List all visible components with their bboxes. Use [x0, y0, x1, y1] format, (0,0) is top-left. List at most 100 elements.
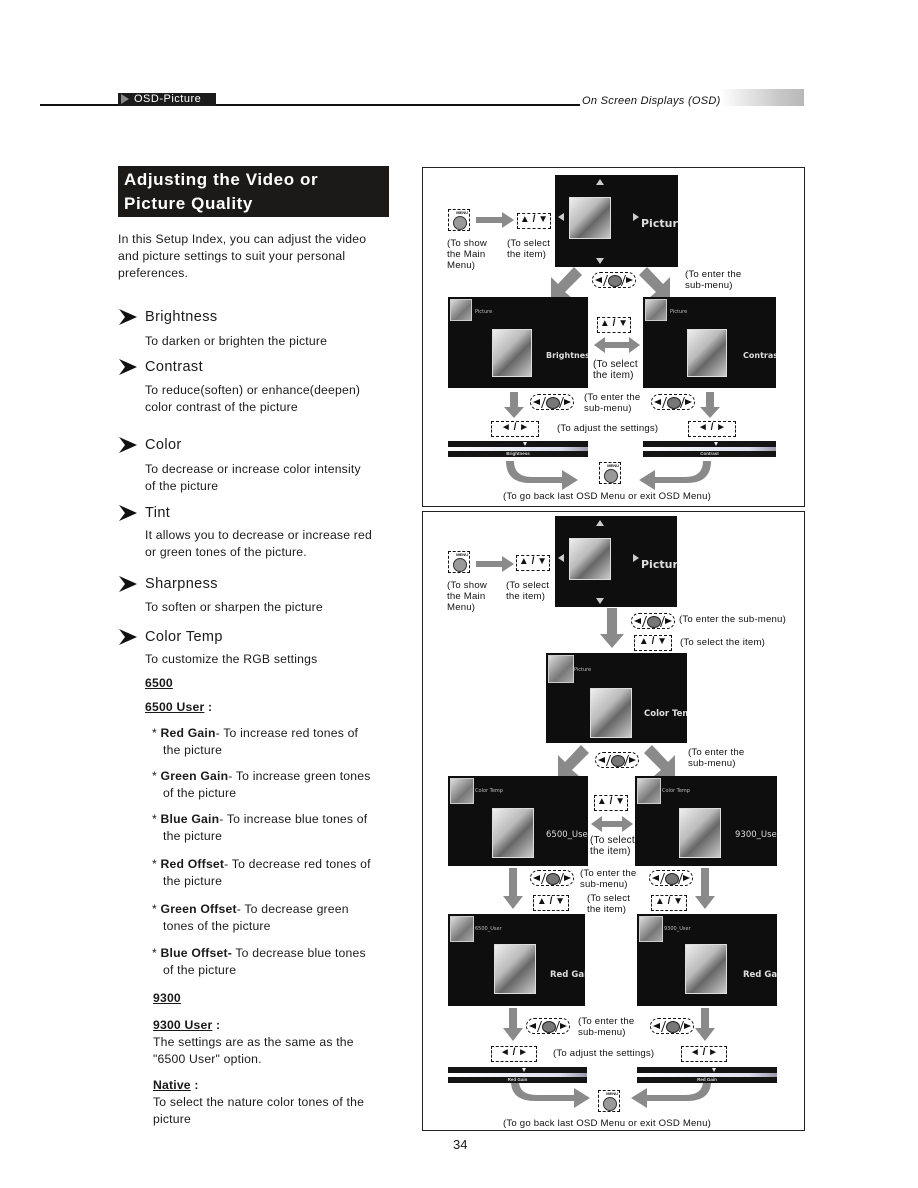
- bullet-green-offset: * Green Offset- To decrease green tones o…: [152, 901, 402, 935]
- intro-line: preferences.: [118, 266, 189, 280]
- osd-cube: [687, 329, 727, 377]
- arrow-bullet-icon: [119, 505, 137, 521]
- osd-thumb: [637, 778, 661, 804]
- osd-screen-brightness: Picture Brightness: [448, 297, 588, 388]
- osd-breadcrumb-label: 6500_User: [475, 926, 502, 932]
- menu-key-label: MENU: [607, 463, 619, 468]
- option-9300-user-label: 9300 User: [153, 1018, 213, 1032]
- arrow-down-icon: [503, 1008, 523, 1041]
- menu-key-label: MENU: [606, 1091, 618, 1096]
- section-brightness-desc: To darken or brighten the picture: [145, 333, 400, 350]
- menu-button: MENU: [599, 462, 621, 484]
- osd-breadcrumb-label: Picture: [475, 309, 493, 315]
- colon: :: [190, 1078, 199, 1092]
- option-native: Native : To select the nature color tone…: [153, 1077, 403, 1128]
- arrow-bullet-icon: [119, 437, 137, 453]
- arrow-down-left-icon: [551, 267, 582, 298]
- enter-button-icon: [666, 1021, 680, 1033]
- section-colortemp-desc: To customize the RGB settings: [145, 651, 400, 668]
- section-heading-text: Contrast: [145, 359, 203, 375]
- caption-show-main-menu: (To show the Main Menu): [447, 238, 487, 271]
- arrow-down-icon: [600, 608, 624, 648]
- caption-enter-submenu: (To enter the sub-menu): [688, 747, 744, 769]
- osd-item-label: Picture: [641, 217, 678, 230]
- option-9300-user: 9300 User : The settings are as the same…: [153, 1017, 403, 1068]
- osd-thumb: [450, 916, 474, 942]
- menu-button-icon: [604, 469, 618, 483]
- arrow-down-icon: [695, 868, 715, 909]
- section-colortemp-heading: Color Temp: [118, 628, 223, 646]
- caption-line: the item): [506, 591, 546, 602]
- section-sharpness-heading: Sharpness: [118, 575, 218, 593]
- desc-line: To decrease or increase color intensity: [145, 462, 361, 476]
- osd-item-label: Picture: [641, 558, 677, 571]
- left-right-key: ◄ / ►: [491, 421, 539, 437]
- enter-key: [631, 613, 675, 629]
- up-down-key: ▲ / ▼: [634, 635, 672, 651]
- left-key-icon: [595, 277, 602, 283]
- osd-cube: [492, 808, 534, 858]
- osd-breadcrumb-label: Picture: [670, 309, 688, 315]
- slider-label: Red Gain: [697, 1077, 717, 1082]
- up-down-key: ▲ / ▼: [533, 895, 569, 911]
- arrow-bullet-icon: [119, 576, 137, 592]
- up-triangle-icon: [596, 520, 604, 526]
- chapter-title: On Screen Displays (OSD): [582, 95, 721, 107]
- caption-line: the Main: [447, 591, 486, 602]
- section-sharpness-desc: To soften or sharpen the picture: [145, 599, 400, 616]
- osd-screen-picture: Picture: [555, 175, 678, 267]
- section-heading-text: Color: [145, 437, 182, 453]
- caption-enter-submenu: (To enter the sub-menu): [578, 1016, 634, 1038]
- enter-button-icon: [542, 1021, 556, 1033]
- section-brightness-heading: Brightness: [118, 308, 218, 326]
- enter-button-icon: [608, 275, 622, 287]
- caption-adjust-settings: (To adjust the settings): [557, 423, 659, 434]
- arrow-bullet-icon: [119, 309, 137, 325]
- bullet-red-gain: * Red Gain- To increase red tones of the …: [152, 725, 402, 759]
- option-6500-label: 6500: [145, 676, 173, 690]
- caption-select-item: (To select the item): [507, 238, 550, 260]
- osd-breadcrumb-label: 9300_User: [664, 926, 691, 932]
- osd-item-label: Contrast: [743, 351, 776, 360]
- menu-button: MENU: [448, 551, 470, 573]
- up-down-key: ▲ / ▼: [597, 317, 631, 333]
- option-6500: 6500: [145, 675, 400, 692]
- option-native-label: Native: [153, 1078, 191, 1092]
- option-9300-label: 9300: [153, 991, 181, 1005]
- desc-line: To reduce(soften) or enhance(deepen): [145, 383, 361, 397]
- bullet-term: Blue Offset-: [160, 946, 232, 960]
- desc-line: color contrast of the picture: [145, 400, 298, 414]
- desc-line: picture: [153, 1112, 191, 1126]
- enter-key: [649, 870, 693, 886]
- caption-line: Menu): [447, 602, 476, 613]
- enter-button-icon: [611, 755, 625, 767]
- right-triangle-icon: [633, 213, 639, 221]
- osd-item-label: 6500_User: [546, 830, 588, 840]
- caption-show-main-menu: (To show the Main Menu): [447, 580, 487, 613]
- slider-marker-icon: [521, 1068, 526, 1072]
- bullet-desc: - To increase red tones of: [215, 726, 359, 740]
- enter-key: [650, 1018, 694, 1034]
- section-tab: OSD-Picture: [118, 93, 216, 106]
- bullet-desc-cont: the picture: [163, 874, 223, 888]
- arrow-right-icon: [476, 556, 514, 572]
- down-triangle-icon: [596, 258, 604, 264]
- colon: :: [212, 1018, 221, 1032]
- caption-line: (To enter the: [578, 1016, 635, 1027]
- osd-breadcrumb-label: Picture: [574, 667, 592, 673]
- header-gradient-bar: [720, 89, 804, 106]
- osd-thumb: [639, 916, 663, 942]
- caption-enter-submenu: (To enter the sub-menu): [580, 868, 636, 890]
- bullet-desc: - To decrease green: [236, 902, 349, 916]
- desc-line: The settings are as the same as the: [153, 1035, 354, 1049]
- caption-line: (To show: [447, 238, 487, 249]
- down-triangle-icon: [596, 598, 604, 604]
- caption-line: (To select: [587, 893, 631, 904]
- osd-thumb: [450, 299, 472, 321]
- caption-line: (To select: [590, 835, 635, 846]
- enter-key: [651, 394, 695, 410]
- enter-button-icon: [546, 873, 560, 885]
- osd-cube: [569, 538, 611, 580]
- arrow-curve-left-icon: [639, 461, 711, 490]
- section-heading-text: Brightness: [145, 309, 218, 325]
